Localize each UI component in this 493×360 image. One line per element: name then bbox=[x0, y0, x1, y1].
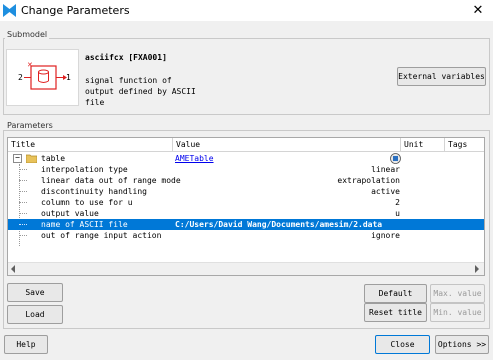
table-editor-icon[interactable] bbox=[390, 153, 401, 164]
save-button[interactable]: Save bbox=[7, 283, 63, 302]
max-value-button[interactable]: Max. value bbox=[430, 284, 485, 303]
row-value: ignore bbox=[371, 231, 400, 240]
load-button[interactable]: Load bbox=[7, 305, 63, 324]
row-title: column to use for u bbox=[41, 198, 133, 207]
submodel-description-line: file bbox=[85, 98, 105, 107]
reset-title-button[interactable]: Reset title bbox=[364, 303, 427, 322]
column-header-value[interactable]: Value bbox=[173, 138, 401, 152]
row-value: 2 bbox=[395, 198, 400, 207]
tree-branch bbox=[19, 202, 27, 203]
table-row-root[interactable]: − table AMETable bbox=[8, 153, 484, 164]
row-title: name of ASCII file bbox=[41, 220, 128, 229]
tree-branch bbox=[19, 191, 27, 192]
table-row[interactable]: interpolation type linear bbox=[8, 164, 484, 175]
default-value-button[interactable]: Default value bbox=[364, 284, 427, 315]
table-row-selected[interactable]: name of ASCII file C:/Users/David Wang/D… bbox=[8, 219, 484, 230]
column-header-title[interactable]: Title bbox=[8, 138, 173, 152]
submodel-name: asciifcx [FXA001] bbox=[85, 53, 167, 62]
table-row[interactable]: output value u bbox=[8, 208, 484, 219]
row-value: active bbox=[371, 187, 400, 196]
min-value-button[interactable]: Min. value bbox=[430, 303, 485, 322]
tree-branch bbox=[19, 169, 27, 170]
table-row[interactable]: column to use for u 2 bbox=[8, 197, 484, 208]
tree-branch bbox=[19, 235, 27, 236]
submodel-icon-preview: ✕ 2 1 bbox=[6, 49, 79, 106]
submodel-description-line: signal function of bbox=[85, 76, 172, 85]
port-label-output: 1 bbox=[66, 73, 71, 82]
row-title: table bbox=[41, 154, 66, 163]
scroll-right-icon[interactable] bbox=[475, 265, 479, 273]
horizontal-scrollbar[interactable] bbox=[8, 262, 484, 275]
scroll-left-icon[interactable] bbox=[11, 265, 15, 273]
row-title: discontinuity handling bbox=[41, 187, 147, 196]
table-row[interactable]: linear data out of range mode extrapolat… bbox=[8, 175, 484, 186]
collapse-toggle-icon[interactable]: − bbox=[13, 154, 22, 163]
close-button[interactable]: Close bbox=[375, 335, 430, 354]
column-header-tags[interactable]: Tags bbox=[445, 138, 484, 152]
window-title: Change Parameters bbox=[21, 4, 130, 17]
folder-icon bbox=[26, 154, 37, 163]
app-icon bbox=[3, 4, 16, 17]
help-button[interactable]: Help bbox=[4, 335, 48, 354]
submodel-group-label: Submodel bbox=[5, 30, 50, 39]
parameters-table: Title Value Unit Tags − table AMETable i… bbox=[7, 137, 485, 276]
column-header-unit[interactable]: Unit bbox=[401, 138, 445, 152]
tree-branch bbox=[19, 180, 27, 181]
tree-branch bbox=[19, 213, 27, 214]
row-value-link[interactable]: AMETable bbox=[175, 153, 214, 164]
svg-text:✕: ✕ bbox=[27, 61, 33, 69]
close-window-icon[interactable]: ✕ bbox=[463, 0, 493, 21]
parameters-group-label: Parameters bbox=[5, 121, 55, 130]
row-title: interpolation type bbox=[41, 165, 128, 174]
row-title: linear data out of range mode bbox=[41, 176, 181, 185]
row-value: u bbox=[395, 209, 400, 218]
title-bar: Change Parameters ✕ bbox=[0, 0, 493, 21]
external-variables-button[interactable]: External variables bbox=[397, 67, 486, 86]
table-row[interactable]: out of range input action ignore bbox=[8, 230, 484, 241]
row-title: out of range input action bbox=[41, 231, 162, 240]
submodel-description-line: output defined by ASCII bbox=[85, 87, 196, 96]
table-row[interactable]: discontinuity handling active bbox=[8, 186, 484, 197]
row-title: output value bbox=[41, 209, 99, 218]
port-label-input: 2 bbox=[18, 73, 23, 82]
row-value: linear bbox=[371, 165, 400, 174]
options-button[interactable]: Options >> bbox=[435, 335, 489, 354]
tree-branch bbox=[19, 224, 27, 225]
row-value: extrapolation bbox=[337, 176, 400, 185]
row-value: C:/Users/David Wang/Documents/amesim/2.d… bbox=[175, 220, 383, 229]
